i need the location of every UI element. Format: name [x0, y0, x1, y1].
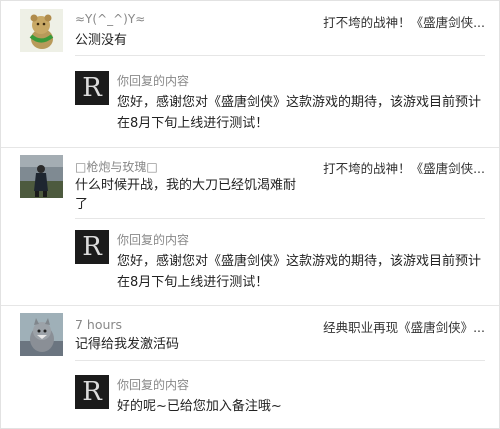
user-name[interactable]: □枪炮与玫瑰□	[75, 158, 158, 175]
comment-list: ≈Y(^_^)Y≈ 打不垮的战神！《盛唐剑侠... 公测没有 R 你回复的内容 …	[0, 0, 500, 429]
comment-text: 公测没有	[75, 33, 128, 48]
reply-block: R 你回复的内容 您好，感谢您对《盛唐剑侠》这款游戏的期待，该游戏目前预计在8月…	[75, 71, 481, 131]
user-name[interactable]: ≈Y(^_^)Y≈	[75, 12, 145, 26]
topic-link[interactable]: 打不垮的战神！《盛唐剑侠...	[323, 158, 485, 177]
topic-link[interactable]: 经典职业再现《盛唐剑侠》...	[323, 317, 485, 336]
reply-label: 你回复的内容	[117, 233, 190, 247]
reply-text: 好的呢~已给您加入备注哦~	[117, 399, 282, 414]
comment-item: □枪炮与玫瑰□ 打不垮的战神！《盛唐剑侠... 什么时候开战，我的大刀已经饥渴难…	[1, 148, 499, 303]
divider	[75, 218, 485, 219]
comment-item: ≈Y(^_^)Y≈ 打不垮的战神！《盛唐剑侠... 公测没有 R 你回复的内容 …	[1, 1, 499, 146]
reply-text: 您好，感谢您对《盛唐剑侠》这款游戏的期待，该游戏目前预计在8月下旬上线进行测试！	[117, 95, 482, 131]
reply-label: 你回复的内容	[117, 378, 190, 392]
reply-block: R 你回复的内容 您好，感谢您对《盛唐剑侠》这款游戏的期待，该游戏目前预计在8月…	[75, 230, 481, 290]
reply-label: 你回复的内容	[117, 74, 190, 88]
user-avatar[interactable]	[20, 9, 63, 52]
user-avatar[interactable]	[20, 313, 63, 356]
reply-avatar: R	[75, 375, 109, 409]
comment-text: 记得给我发激活码	[75, 337, 180, 352]
divider	[75, 360, 485, 361]
reply-avatar: R	[75, 71, 109, 105]
user-avatar[interactable]	[20, 155, 63, 198]
reply-text: 您好，感谢您对《盛唐剑侠》这款游戏的期待，该游戏目前预计在8月下旬上线进行测试！	[117, 254, 482, 290]
reply-avatar: R	[75, 230, 109, 264]
comment-item: 7 hours 经典职业再现《盛唐剑侠》... 记得给我发激活码 R 你回复的内…	[1, 306, 499, 426]
divider	[75, 55, 485, 56]
comment-text: 什么时候开战，我的大刀已经饥渴难耐了	[75, 178, 297, 212]
reply-block: R 你回复的内容 好的呢~已给您加入备注哦~	[75, 375, 481, 420]
topic-link[interactable]: 打不垮的战神！《盛唐剑侠...	[323, 12, 485, 31]
user-name[interactable]: 7 hours	[75, 317, 122, 332]
